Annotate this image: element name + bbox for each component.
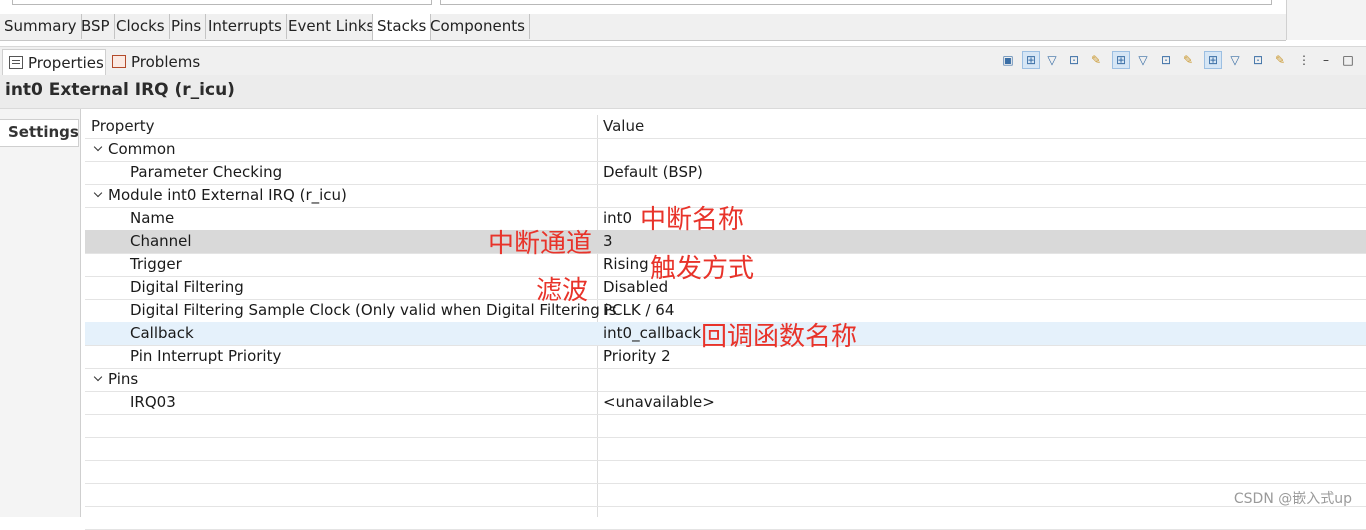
tab-bsp[interactable]: BSP bbox=[77, 14, 115, 39]
tree-icon[interactable]: ⊞ bbox=[1022, 51, 1040, 69]
maximize-icon[interactable]: □ bbox=[1340, 52, 1356, 68]
properties-header: int0 External IRQ (r_icu) bbox=[0, 75, 1366, 109]
filter-icon-3[interactable]: ▽ bbox=[1227, 52, 1243, 68]
property-label: Trigger bbox=[130, 255, 182, 273]
preview-icon[interactable]: ⊡ bbox=[1066, 52, 1082, 68]
preview-icon-3[interactable]: ⊡ bbox=[1250, 52, 1266, 68]
tab-interrupts[interactable]: Interrupts bbox=[204, 14, 287, 39]
tab-properties[interactable]: Properties bbox=[2, 49, 106, 76]
pin-icon-2[interactable]: ✎ bbox=[1180, 52, 1196, 68]
page-title: int0 External IRQ (r_icu) bbox=[5, 80, 235, 100]
property-cell: Module int0 External IRQ (r_icu) bbox=[85, 184, 597, 207]
problems-icon bbox=[112, 55, 126, 68]
preview-icon-2[interactable]: ⊡ bbox=[1158, 52, 1174, 68]
annotation-callback: 回调函数名称 bbox=[701, 322, 858, 352]
property-label: Pins bbox=[108, 370, 139, 388]
property-label: Pin Interrupt Priority bbox=[130, 347, 282, 365]
group-row[interactable]: Pins bbox=[85, 368, 1366, 392]
top-field-right[interactable] bbox=[440, 0, 1272, 5]
minimize-icon[interactable]: – bbox=[1318, 52, 1334, 68]
view-toolbar: ▣ ⊞ ▽ ⊡ ✎ ⊞ ▽ ⊡ ✎ ⊞ ▽ ⊡ ✎ ⋮ – □ bbox=[1000, 50, 1360, 72]
table-row[interactable]: Parameter Checking Default (BSP) bbox=[85, 161, 1366, 185]
top-strip bbox=[0, 0, 1366, 14]
property-label: Digital Filtering bbox=[130, 278, 244, 296]
property-label: Channel bbox=[130, 232, 192, 250]
editor-tabs-bar: Summary BSP Clocks Pins Interrupts Event… bbox=[0, 14, 1286, 41]
empty-row[interactable] bbox=[85, 506, 1366, 530]
property-cell: Parameter Checking bbox=[85, 161, 642, 184]
tab-event-links[interactable]: Event Links bbox=[284, 14, 380, 39]
group-row[interactable]: Common bbox=[85, 138, 1366, 162]
empty-row[interactable] bbox=[85, 414, 1366, 438]
tab-settings[interactable]: Settings bbox=[0, 119, 79, 147]
property-cell: Name bbox=[85, 207, 642, 230]
value-cell[interactable]: PCLK / 64 bbox=[603, 299, 1363, 322]
problems-tab-label: Problems bbox=[131, 53, 201, 71]
filter-icon[interactable]: ▽ bbox=[1044, 52, 1060, 68]
tree-icon-2[interactable]: ⊞ bbox=[1112, 51, 1130, 69]
annotation-trigger: 触发方式 bbox=[650, 254, 755, 284]
property-label: Parameter Checking bbox=[130, 163, 283, 181]
watermark: CSDN @嵌入式up bbox=[1233, 491, 1352, 507]
properties-tab-label: Properties bbox=[28, 54, 104, 72]
tab-pins[interactable]: Pins bbox=[167, 14, 207, 39]
empty-row[interactable] bbox=[85, 483, 1366, 507]
tab-stacks[interactable]: Stacks bbox=[372, 14, 432, 40]
value-cell[interactable] bbox=[603, 368, 1363, 391]
property-cell: Common bbox=[85, 138, 597, 161]
top-field-left[interactable] bbox=[12, 0, 432, 5]
tab-problems[interactable]: Problems bbox=[106, 49, 200, 75]
views-tab-bar: Properties Problems ▣ ⊞ ▽ ⊡ ✎ ⊞ ▽ ⊡ ✎ ⊞ … bbox=[0, 46, 1366, 76]
property-label: Callback bbox=[130, 324, 194, 342]
tab-components[interactable]: Components bbox=[426, 14, 530, 39]
view-menu-icon[interactable]: ⋮ bbox=[1296, 52, 1312, 68]
tab-summary[interactable]: Summary bbox=[0, 14, 82, 39]
value-cell[interactable] bbox=[603, 138, 1363, 161]
filter-icon-2[interactable]: ▽ bbox=[1135, 52, 1151, 68]
empty-row[interactable] bbox=[85, 437, 1366, 461]
annotation-filter: 滤波 bbox=[536, 276, 589, 306]
pin-icon-3[interactable]: ✎ bbox=[1272, 52, 1288, 68]
property-cell: Pin Interrupt Priority bbox=[85, 345, 642, 368]
property-label: Common bbox=[108, 140, 176, 158]
chevron-down-icon[interactable] bbox=[94, 144, 103, 153]
table-row[interactable]: IRQ03 <unavailable> bbox=[85, 391, 1366, 415]
new-pin-icon[interactable]: ▣ bbox=[1000, 52, 1016, 68]
properties-icon bbox=[9, 56, 23, 69]
tab-clocks[interactable]: Clocks bbox=[112, 14, 170, 39]
chevron-down-icon[interactable] bbox=[94, 190, 103, 199]
property-label: Module int0 External IRQ (r_icu) bbox=[108, 186, 347, 204]
property-cell: Pins bbox=[85, 368, 597, 391]
tree-icon-3[interactable]: ⊞ bbox=[1204, 51, 1222, 69]
col-property-header[interactable]: Property bbox=[91, 115, 603, 138]
table-row[interactable]: Digital Filtering Sample Clock (Only val… bbox=[85, 299, 1366, 323]
property-label: IRQ03 bbox=[130, 393, 176, 411]
value-cell[interactable] bbox=[603, 184, 1363, 207]
side-tabs: Settings bbox=[0, 109, 81, 517]
col-value-header[interactable]: Value bbox=[603, 115, 1363, 138]
pin-icon[interactable]: ✎ bbox=[1088, 52, 1104, 68]
table-header: Property Value bbox=[85, 115, 1366, 139]
property-label: Name bbox=[130, 209, 175, 227]
value-cell[interactable]: Default (BSP) bbox=[603, 161, 1363, 184]
empty-row[interactable] bbox=[85, 460, 1366, 484]
property-cell: Callback bbox=[85, 322, 642, 345]
annotation-channel: 中断通道 bbox=[488, 229, 593, 259]
value-cell[interactable]: <unavailable> bbox=[603, 391, 1363, 414]
property-cell: IRQ03 bbox=[85, 391, 642, 414]
chevron-down-icon[interactable] bbox=[94, 374, 103, 383]
annotation-name: 中断名称 bbox=[640, 205, 745, 235]
right-panel-edge bbox=[1286, 0, 1366, 40]
